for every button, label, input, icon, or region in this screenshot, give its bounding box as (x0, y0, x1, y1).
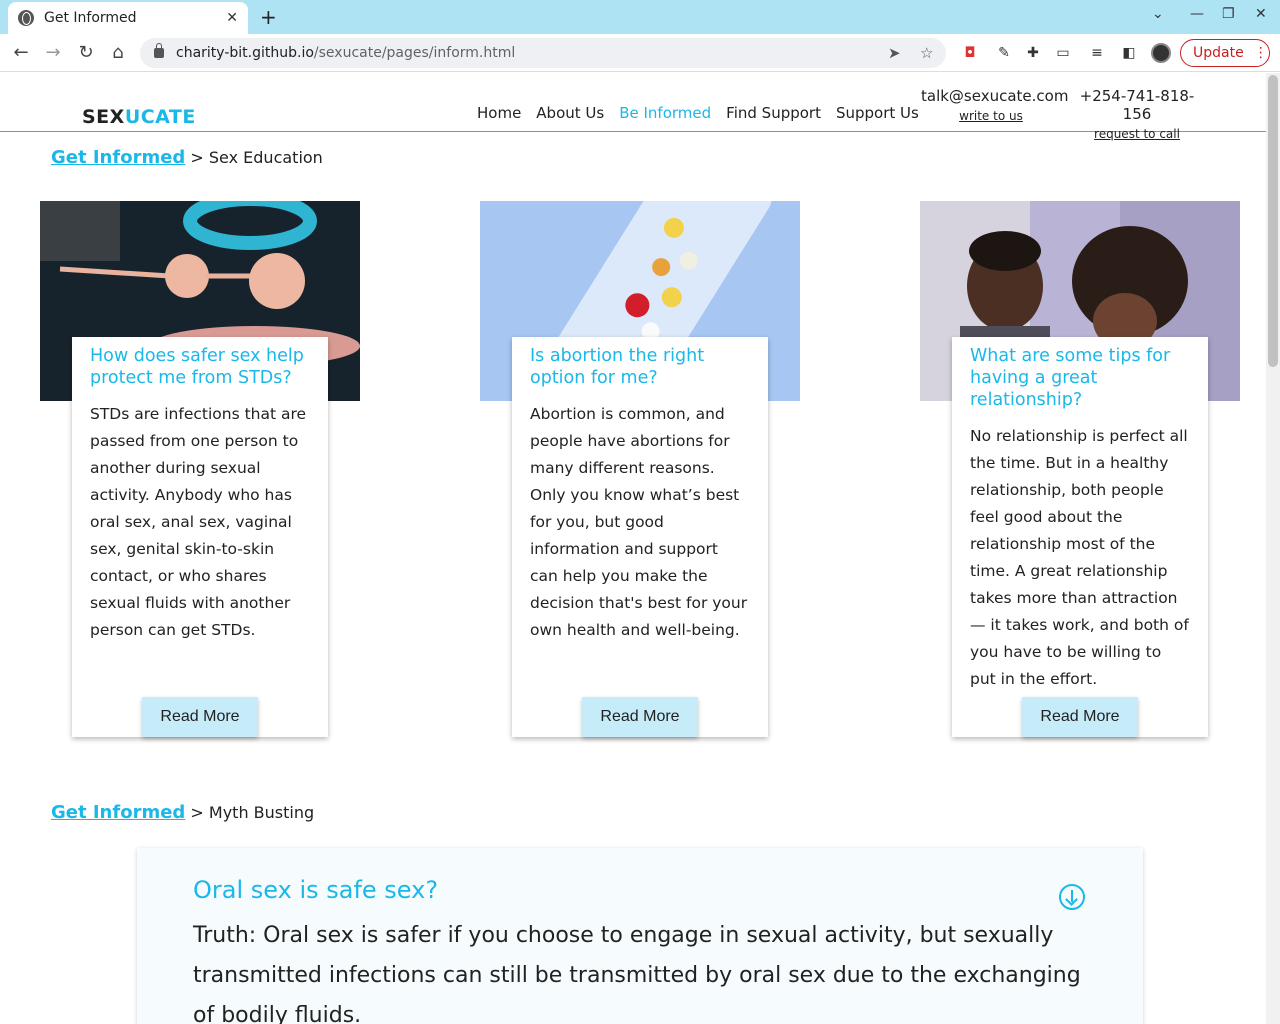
side-panel-icon[interactable]: ◧ (1120, 44, 1138, 62)
article-card: How does safer sex help protect me from … (72, 337, 328, 737)
minimize-icon[interactable]: — (1190, 6, 1204, 22)
window-close-icon[interactable]: ✕ (1255, 6, 1267, 22)
expand-toggle-icon[interactable] (1059, 884, 1085, 910)
reload-icon[interactable]: ↻ (75, 42, 97, 63)
breadcrumb-link[interactable]: Get Informed (51, 802, 185, 823)
menu-dots-icon: ⋮ (1253, 45, 1268, 61)
card-body: STDs are infections that are passed from… (90, 405, 307, 639)
bookmark-star-icon[interactable]: ☆ (920, 44, 933, 62)
card-body: No relationship is perfect all the time.… (970, 427, 1189, 688)
breadcrumb-separator: > (190, 803, 204, 822)
new-tab-icon[interactable]: + (260, 5, 277, 29)
breadcrumb-link[interactable]: Get Informed (51, 147, 185, 168)
nav-home[interactable]: Home (477, 104, 521, 122)
cast-icon[interactable]: ▭ (1054, 44, 1072, 62)
tab-strip: Get Informed ✕ + ⌄ — ❐ ✕ (0, 0, 1280, 34)
card-body: Abortion is common, and people have abor… (530, 405, 748, 639)
tab-search-icon[interactable]: ⌄ (1152, 6, 1164, 22)
write-to-us-link[interactable]: write to us (921, 109, 1061, 123)
tab-title: Get Informed (44, 10, 137, 26)
browser-tab[interactable]: Get Informed ✕ (8, 2, 248, 34)
update-button[interactable]: Update ⋮ (1180, 39, 1270, 67)
browser-toolbar: ← → ↻ ⌂ charity-bit.github.io/sexucate/p… (0, 34, 1280, 72)
address-bar[interactable]: charity-bit.github.io/sexucate/pages/inf… (140, 38, 946, 68)
breadcrumb-myth-busting: Get Informed > Myth Busting (51, 802, 314, 823)
forward-icon[interactable]: → (42, 42, 64, 63)
request-call-link[interactable]: request to call (1073, 127, 1201, 141)
profile-avatar[interactable] (1151, 43, 1171, 63)
nav-find-support[interactable]: Find Support (726, 104, 821, 122)
nav-about-us[interactable]: About Us (536, 104, 604, 122)
myth-answer: Truth: Oral sex is safer if you choose t… (193, 923, 1081, 1024)
lock-icon[interactable] (154, 43, 164, 58)
site-header: SEXUCATE Home About Us Be Informed Find … (0, 73, 1266, 141)
email-address: talk@sexucate.com (921, 87, 1069, 105)
nav-be-informed[interactable]: Be Informed (619, 104, 711, 122)
globe-icon (18, 10, 34, 26)
scrollbar-thumb[interactable] (1268, 75, 1278, 367)
close-tab-icon[interactable]: ✕ (226, 10, 238, 26)
myth-accordion: Oral sex is safe sex? Truth: Oral sex is… (137, 848, 1143, 1024)
restore-icon[interactable]: ❐ (1222, 6, 1235, 22)
breadcrumb-current: Sex Education (208, 148, 323, 167)
breadcrumb-separator: > (190, 148, 204, 167)
read-more-button[interactable]: Read More (1022, 697, 1138, 737)
web-page: SEXUCATE Home About Us Be Informed Find … (0, 73, 1266, 1024)
card-title[interactable]: How does safer sex help protect me from … (90, 345, 310, 389)
phone-number: +254-741-818-156 (1079, 87, 1195, 123)
extensions-puzzle-icon[interactable]: ✚ (1024, 44, 1042, 62)
breadcrumb-sex-education: Get Informed > Sex Education (51, 147, 323, 168)
home-icon[interactable]: ⌂ (107, 42, 129, 63)
card-title[interactable]: Is abortion the right option for me? (530, 345, 750, 389)
back-icon[interactable]: ← (10, 42, 32, 63)
read-more-button[interactable]: Read More (142, 697, 258, 737)
page-scrollbar[interactable] (1266, 73, 1280, 1024)
extension-badge-icon[interactable]: ◘ (961, 44, 979, 62)
url-text: charity-bit.github.io/sexucate/pages/inf… (176, 45, 516, 61)
nav-support-us[interactable]: Support Us (836, 104, 919, 122)
read-more-button[interactable]: Read More (582, 697, 698, 737)
article-card: What are some tips for having a great re… (952, 337, 1208, 737)
site-logo[interactable]: SEXUCATE (82, 106, 196, 128)
myth-question[interactable]: Oral sex is safe sex? (193, 876, 1087, 904)
phone-contact: +254-741-818-156 request to call (1073, 87, 1201, 141)
breadcrumb-current: Myth Busting (208, 803, 315, 822)
update-label: Update (1193, 45, 1244, 61)
main-nav: Home About Us Be Informed Find Support S… (477, 104, 919, 122)
send-icon[interactable]: ➤ (888, 44, 901, 62)
email-contact: talk@sexucate.com write to us (921, 87, 1069, 123)
extension-pen-icon[interactable]: ✎ (995, 44, 1013, 62)
article-card: Is abortion the right option for me? Abo… (512, 337, 768, 737)
card-title[interactable]: What are some tips for having a great re… (970, 345, 1190, 411)
media-control-icon[interactable]: ≡ (1088, 44, 1106, 62)
